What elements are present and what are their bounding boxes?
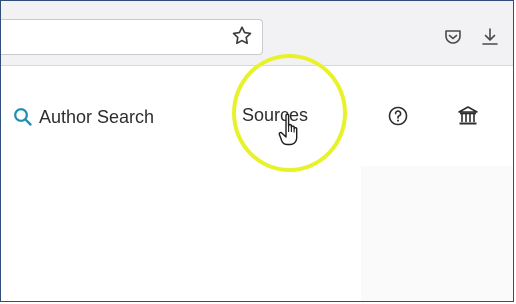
bookmark-star-icon[interactable] [230,24,254,48]
author-search-link[interactable]: Author Search [13,103,154,131]
download-icon[interactable] [479,26,501,48]
pocket-icon[interactable] [442,26,464,48]
screenshot-frame: Author Search Sources [0,0,514,302]
author-search-label: Author Search [39,106,155,127]
url-bar[interactable] [1,19,263,55]
browser-toolbar [1,1,513,66]
institution-icon[interactable] [456,104,480,128]
search-icon [14,108,32,126]
content-area [361,166,513,301]
hand-cursor-icon [278,113,298,146]
help-icon[interactable] [387,105,409,127]
